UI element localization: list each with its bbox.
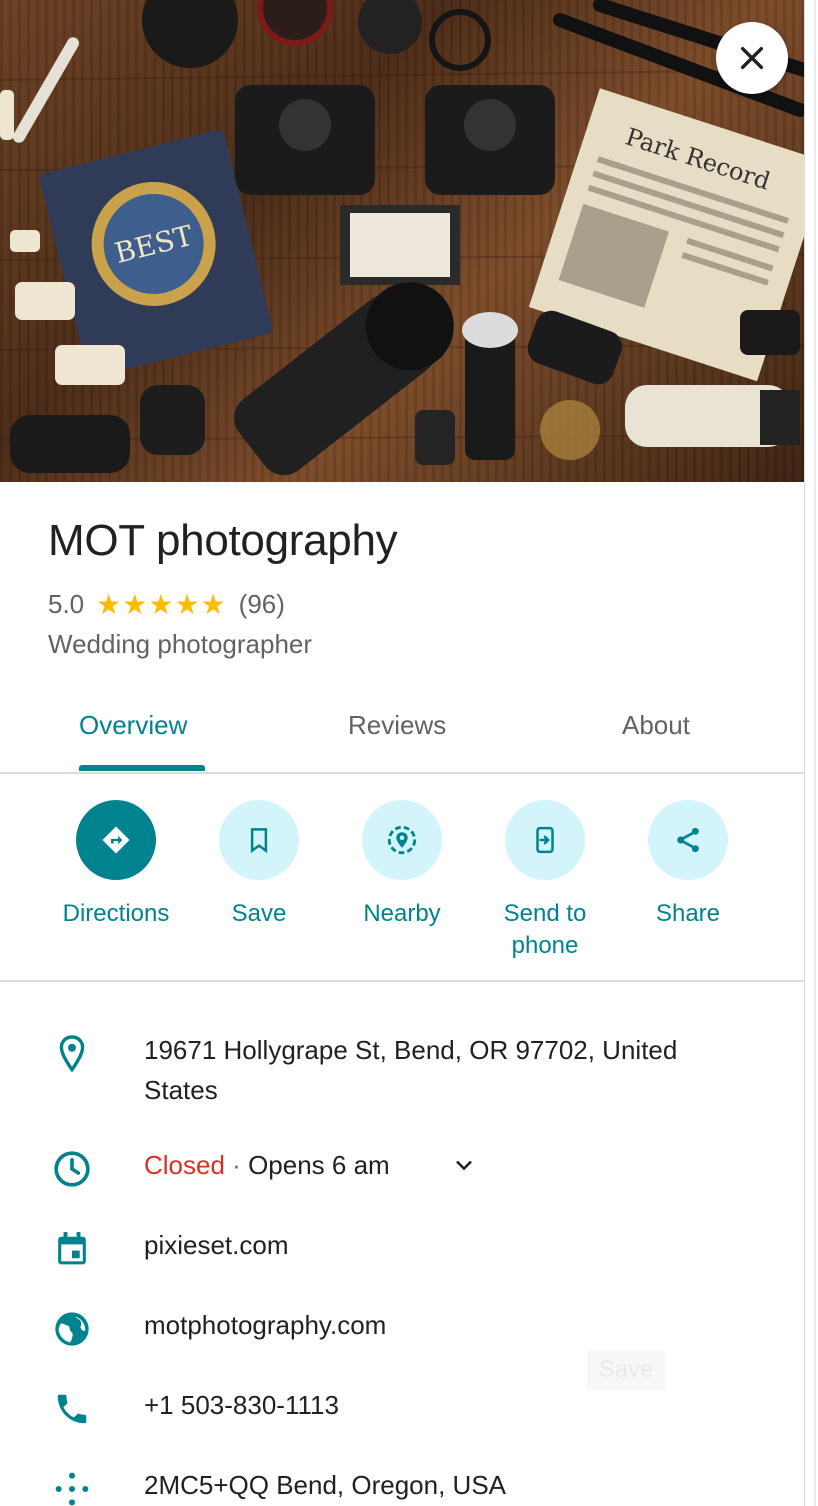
rating-value: 5.0	[48, 589, 85, 619]
send-to-phone-button[interactable]: Send to phone	[475, 800, 615, 962]
scrollbar-track[interactable]	[805, 0, 818, 1506]
address-text: 19671 Hollygrape St, Bend, OR 97702, Uni…	[144, 1035, 678, 1105]
website-link[interactable]: motphotography.com	[144, 1305, 754, 1345]
bookmark-icon	[250, 828, 268, 854]
place-category[interactable]: Wedding photographer	[48, 629, 312, 660]
clock-icon	[48, 1145, 96, 1193]
chevron-down-icon	[456, 1160, 472, 1171]
place-tabs: Overview Reviews About	[0, 690, 804, 774]
hours-separator: ·	[232, 1150, 241, 1180]
nearby-label: Nearby	[363, 900, 441, 927]
plus-code-icon	[48, 1465, 96, 1506]
directions-button[interactable]: Directions	[46, 800, 186, 930]
review-count[interactable]: (96)	[239, 589, 285, 620]
photography-gear-flatlay: BEST Park Record	[0, 0, 804, 476]
plus-code-text: 2MC5+QQ Bend, Oregon, USA	[144, 1470, 507, 1500]
active-tab-indicator	[79, 765, 205, 771]
directions-label: Directions	[62, 900, 170, 927]
tab-reviews[interactable]: Reviews	[348, 710, 446, 741]
share-button[interactable]: Share	[618, 800, 758, 930]
hours-next-open: Opens 6 am	[248, 1150, 390, 1180]
tab-about[interactable]: About	[622, 710, 690, 741]
action-bar: Directions Save Nearby Send to phone Sha…	[0, 772, 804, 982]
directions-icon	[102, 826, 130, 854]
nearby-icon	[387, 825, 417, 855]
save-label: Save	[231, 900, 287, 927]
rating-summary[interactable]: 5.0 ★★★★★ (96)	[48, 588, 285, 621]
tab-overview[interactable]: Overview	[79, 710, 187, 741]
phone-icon	[48, 1385, 96, 1433]
place-title: MOT photography	[48, 516, 398, 565]
place-panel: BEST Park Record MOT photography 5.0 ★★★…	[0, 0, 805, 1506]
location-pin-icon	[48, 1030, 96, 1078]
save-button[interactable]: Save	[189, 800, 329, 930]
star-rating-icons: ★★★★★	[96, 589, 227, 620]
share-label: Share	[655, 900, 721, 927]
send-to-phone-icon	[536, 826, 554, 854]
phone-number[interactable]: +1 503-830-1113	[144, 1385, 754, 1425]
close-button[interactable]	[716, 22, 788, 94]
calendar-icon	[48, 1225, 96, 1273]
share-icon	[677, 827, 699, 853]
expand-hours-button[interactable]	[450, 1151, 478, 1184]
globe-icon	[48, 1305, 96, 1353]
send-to-phone-label: Send to phone	[503, 900, 587, 959]
close-icon	[740, 46, 764, 70]
ghost-save-button[interactable]: Save	[587, 1350, 665, 1390]
booking-link[interactable]: pixieset.com	[144, 1225, 754, 1265]
place-hero-photo[interactable]: BEST Park Record	[0, 0, 804, 482]
nearby-button[interactable]: Nearby	[332, 800, 472, 930]
hours-status: Closed	[144, 1150, 225, 1180]
